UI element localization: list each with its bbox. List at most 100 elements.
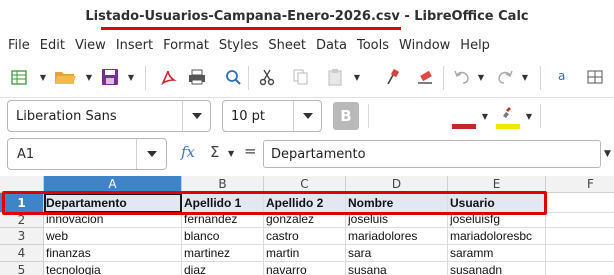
cell-c4[interactable]: martin (264, 245, 346, 262)
column-header-e[interactable]: E (448, 176, 546, 193)
row-header-1[interactable]: 1 (0, 193, 44, 213)
font-size-combo[interactable]: 10 pt (222, 100, 322, 132)
menu-edit[interactable]: Edit (35, 38, 70, 53)
column-header-d[interactable]: D (346, 176, 448, 193)
name-box[interactable]: A1 (7, 138, 167, 170)
cell-a4[interactable]: finanzas (44, 245, 182, 262)
expand-formula-bar-icon[interactable]: ▼ (604, 149, 611, 159)
cell-a2[interactable]: innovacion (44, 213, 182, 228)
formula-equals-icon[interactable]: = (244, 142, 257, 160)
window-title: Listado-Usuarios-Campana-Enero-2026.csv … (85, 8, 529, 24)
row-header-2[interactable]: 2 (0, 213, 44, 228)
function-wizard-icon[interactable]: fx (181, 143, 201, 163)
sum-dropdown-chevron-icon[interactable]: ▼ (228, 149, 234, 158)
save-icon[interactable] (99, 66, 121, 88)
cell-f3[interactable] (546, 228, 614, 245)
font-name-value[interactable]: Liberation Sans (8, 109, 182, 124)
cell-b4[interactable]: martinez (182, 245, 264, 262)
copy-icon[interactable] (290, 66, 312, 88)
cell-e4[interactable]: saramm (448, 245, 546, 262)
highlight-color-dropdown-chevron-icon[interactable]: ▼ (524, 109, 534, 123)
cell-e5[interactable]: susanadn (448, 262, 546, 275)
title-annotation-underline (101, 27, 401, 30)
cell-b3[interactable]: blanco (182, 228, 264, 245)
highlight-color-icon[interactable] (496, 104, 520, 130)
font-size-chevron-icon[interactable] (293, 101, 321, 131)
new-icon[interactable] (8, 66, 30, 88)
save-dropdown-chevron-icon[interactable]: ▼ (126, 70, 136, 84)
cell-e3[interactable]: mariadoloresbc (448, 228, 546, 245)
cell-c3[interactable]: castro (264, 228, 346, 245)
redo-dropdown-chevron-icon[interactable]: ▼ (520, 70, 530, 84)
cell-a3[interactable]: web (44, 228, 182, 245)
open-dropdown-chevron-icon[interactable]: ▼ (84, 70, 94, 84)
cell-e1[interactable]: Usuario (448, 193, 546, 213)
name-box-value[interactable]: A1 (8, 147, 136, 162)
column-header-b[interactable]: B (182, 176, 264, 193)
export-pdf-icon[interactable] (157, 66, 179, 88)
spelling-icon[interactable]: a (552, 66, 574, 88)
name-box-chevron-icon[interactable] (136, 139, 166, 169)
font-size-value[interactable]: 10 pt (223, 109, 293, 124)
bold-button[interactable]: B (333, 102, 359, 130)
column-header-f[interactable]: F (546, 176, 614, 193)
corner-select-all[interactable] (0, 176, 44, 193)
cell-d4[interactable]: sara (346, 245, 448, 262)
svg-text:a: a (558, 69, 565, 83)
cell-c5[interactable]: navarro (264, 262, 346, 275)
paste-dropdown-chevron-icon[interactable]: ▼ (352, 70, 362, 84)
menu-window[interactable]: Window (394, 38, 455, 53)
menu-styles[interactable]: Styles (214, 38, 263, 53)
cell-d1[interactable]: Nombre (346, 193, 448, 213)
new-dropdown-chevron-icon[interactable]: ▼ (38, 70, 48, 84)
clone-formatting-icon[interactable] (382, 66, 404, 88)
cut-icon[interactable] (256, 66, 278, 88)
sum-icon[interactable]: Σ (210, 143, 219, 161)
cell-b2[interactable]: fernandez (182, 213, 264, 228)
menu-help[interactable]: Help (455, 38, 495, 53)
paste-icon[interactable] (324, 66, 346, 88)
menu-tools[interactable]: Tools (352, 38, 394, 53)
font-name-combo[interactable]: Liberation Sans (7, 100, 211, 132)
font-color-dropdown-chevron-icon[interactable]: ▼ (480, 109, 490, 123)
column-header-c[interactable]: C (264, 176, 346, 193)
undo-icon[interactable] (451, 66, 473, 88)
menu-format[interactable]: Format (158, 38, 214, 53)
print-icon[interactable] (186, 66, 208, 88)
font-name-chevron-icon[interactable] (182, 101, 210, 131)
cell-f1[interactable] (546, 193, 614, 213)
undo-dropdown-chevron-icon[interactable]: ▼ (476, 70, 486, 84)
print-preview-icon[interactable] (222, 66, 244, 88)
cell-d2[interactable]: joseluis (346, 213, 448, 228)
menu-view[interactable]: View (70, 38, 111, 53)
open-icon[interactable] (54, 66, 76, 88)
menu-file[interactable]: File (0, 38, 35, 53)
formatting-toolbar: Liberation Sans 10 pt B ▼ ▼ (0, 98, 614, 136)
row-header-4[interactable]: 4 (0, 245, 44, 262)
column-header-a[interactable]: A (44, 176, 182, 193)
standard-toolbar: ▼ ▼ ▼ ▼ ▼ ▼ a (0, 58, 614, 98)
menu-insert[interactable]: Insert (111, 38, 158, 53)
formula-input[interactable]: Departamento (263, 140, 601, 168)
cell-a5[interactable]: tecnologia (44, 262, 182, 275)
cell-f2[interactable] (546, 213, 614, 228)
cell-f5[interactable] (546, 262, 614, 275)
row-header-5[interactable]: 5 (0, 262, 44, 275)
row-header-3[interactable]: 3 (0, 228, 44, 245)
italic-icon[interactable] (376, 106, 398, 128)
redo-icon[interactable] (494, 66, 516, 88)
menu-sheet[interactable]: Sheet (263, 38, 311, 53)
cell-a1[interactable]: Departamento (44, 193, 182, 213)
cell-d5[interactable]: susana (346, 262, 448, 275)
menu-data[interactable]: Data (311, 38, 352, 53)
clear-formatting-icon[interactable] (414, 66, 436, 88)
cell-c2[interactable]: gonzalez (264, 213, 346, 228)
cell-b5[interactable]: diaz (182, 262, 264, 275)
font-color-icon[interactable] (452, 104, 476, 130)
cell-f4[interactable] (546, 245, 614, 262)
cell-c1[interactable]: Apellido 2 (264, 193, 346, 213)
cell-b1[interactable]: Apellido 1 (182, 193, 264, 213)
cell-d3[interactable]: mariadolores (346, 228, 448, 245)
find-replace-icon[interactable] (584, 66, 606, 88)
cell-e2[interactable]: joseluisfg (448, 213, 546, 228)
